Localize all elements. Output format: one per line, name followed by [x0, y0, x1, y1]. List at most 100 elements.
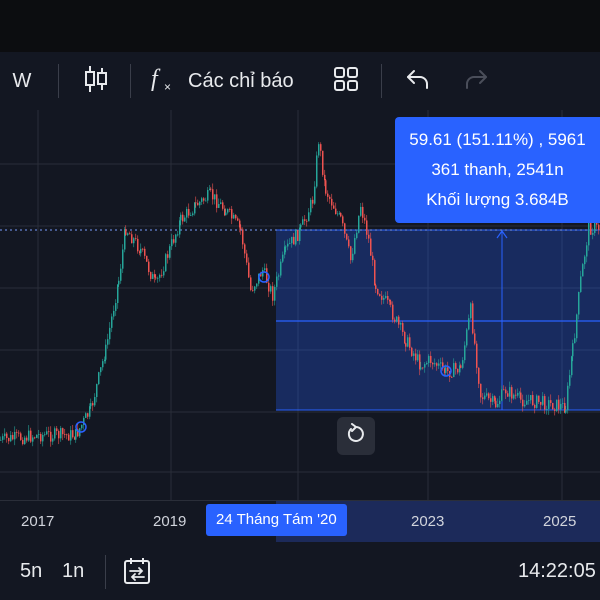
candle-body: [348, 239, 350, 247]
range-5y-button[interactable]: 5n: [20, 560, 42, 583]
candle-body: [129, 233, 131, 235]
candle-body: [188, 208, 190, 216]
candle-body: [58, 431, 60, 439]
candle-body: [197, 202, 199, 206]
chart-type-button[interactable]: [74, 52, 118, 110]
bottom-divider: [105, 555, 106, 589]
candle-body: [199, 201, 201, 206]
candle-body: [308, 212, 310, 222]
candle-body: [350, 246, 352, 261]
candle-body: [436, 363, 438, 366]
candle-body: [190, 215, 192, 216]
candle-body: [460, 365, 462, 368]
candle-body: [316, 155, 318, 187]
svg-text:×: ×: [164, 80, 171, 94]
candle-body: [520, 392, 522, 400]
candle-body: [552, 402, 554, 410]
candle-body: [90, 403, 92, 407]
candle-body: [18, 432, 20, 434]
time-axis[interactable]: 2017 2019 24 Tháng Tám '20 2023 2025: [0, 500, 600, 542]
candle-body: [509, 387, 511, 397]
crosshair-time-label: 24 Tháng Tám '20: [206, 504, 347, 536]
candle-body: [96, 384, 98, 398]
candle-body: [237, 218, 239, 221]
candle-body: [426, 362, 428, 365]
layout-button[interactable]: [326, 52, 366, 110]
interval-button[interactable]: W: [0, 52, 44, 110]
candle-body: [434, 363, 436, 365]
candle-body: [474, 333, 476, 344]
candle-body: [54, 428, 56, 439]
candle-body: [233, 214, 235, 219]
candle-body: [133, 238, 135, 244]
candle-body: [192, 213, 194, 216]
measure-range-box[interactable]: [276, 230, 600, 410]
candle-body: [534, 404, 536, 408]
undo-button[interactable]: [398, 52, 438, 110]
candle-body: [201, 198, 203, 202]
candle-body: [375, 285, 377, 290]
candle-body: [218, 203, 220, 208]
time-label: 2019: [153, 513, 187, 530]
candle-body: [488, 393, 490, 399]
candle-body: [404, 331, 406, 344]
candle-body: [480, 383, 482, 398]
layout-grid-icon: [333, 66, 359, 97]
candle-body: [179, 220, 181, 235]
candle-body: [558, 399, 560, 410]
candle-body: [2, 436, 4, 440]
candle-body: [407, 337, 409, 347]
candle-body: [225, 212, 227, 216]
candle-body: [175, 234, 177, 243]
candle-body: [358, 215, 360, 233]
candle-body: [592, 232, 594, 235]
candle-body: [173, 239, 175, 243]
candle-body: [331, 198, 333, 206]
candle-body: [337, 213, 339, 215]
candle-body: [590, 222, 592, 235]
candle-body: [210, 188, 212, 190]
candle-body: [576, 314, 578, 339]
range-1y-button[interactable]: 1n: [62, 560, 84, 583]
candle-body: [274, 286, 276, 301]
candle-body: [562, 403, 564, 404]
candle-body: [476, 343, 478, 368]
candle-body: [428, 355, 430, 363]
candle-body: [299, 227, 301, 241]
chart-toolbar: W f × Các chỉ báo: [0, 52, 600, 110]
reset-chart-button[interactable]: [337, 417, 375, 455]
candle-body: [513, 394, 515, 399]
candle-body: [137, 238, 139, 252]
candle-body: [8, 438, 10, 442]
date-range-button[interactable]: [122, 556, 152, 591]
svg-text:f: f: [151, 66, 161, 92]
candle-body: [26, 437, 28, 441]
candle-body: [352, 253, 354, 261]
candle-body: [248, 262, 250, 278]
candle-body: [550, 400, 552, 403]
redo-button[interactable]: [456, 52, 496, 110]
candle-body: [584, 256, 586, 265]
candle-body: [540, 401, 542, 405]
candle-body: [4, 433, 6, 437]
candle-body: [48, 431, 50, 433]
bottom-bar: 5n 1n 14:22:05: [0, 542, 600, 600]
candle-body: [544, 396, 546, 410]
time-label: 2023: [411, 513, 445, 530]
indicators-button[interactable]: f × Các chỉ báo: [148, 52, 304, 110]
candle-body: [68, 434, 70, 441]
candle-body: [556, 399, 558, 411]
candle-body: [409, 337, 411, 348]
candle-body: [32, 437, 34, 442]
candle-body: [42, 434, 44, 442]
candle-body: [402, 323, 404, 332]
candle-body: [569, 375, 571, 386]
candle-body: [280, 261, 282, 276]
candle-body: [242, 229, 244, 245]
candle-body: [250, 277, 252, 290]
candle-body: [432, 362, 434, 365]
candle-body: [536, 395, 538, 408]
candle-body: [216, 194, 218, 208]
candle-body: [44, 434, 46, 436]
candle-body: [390, 301, 392, 305]
